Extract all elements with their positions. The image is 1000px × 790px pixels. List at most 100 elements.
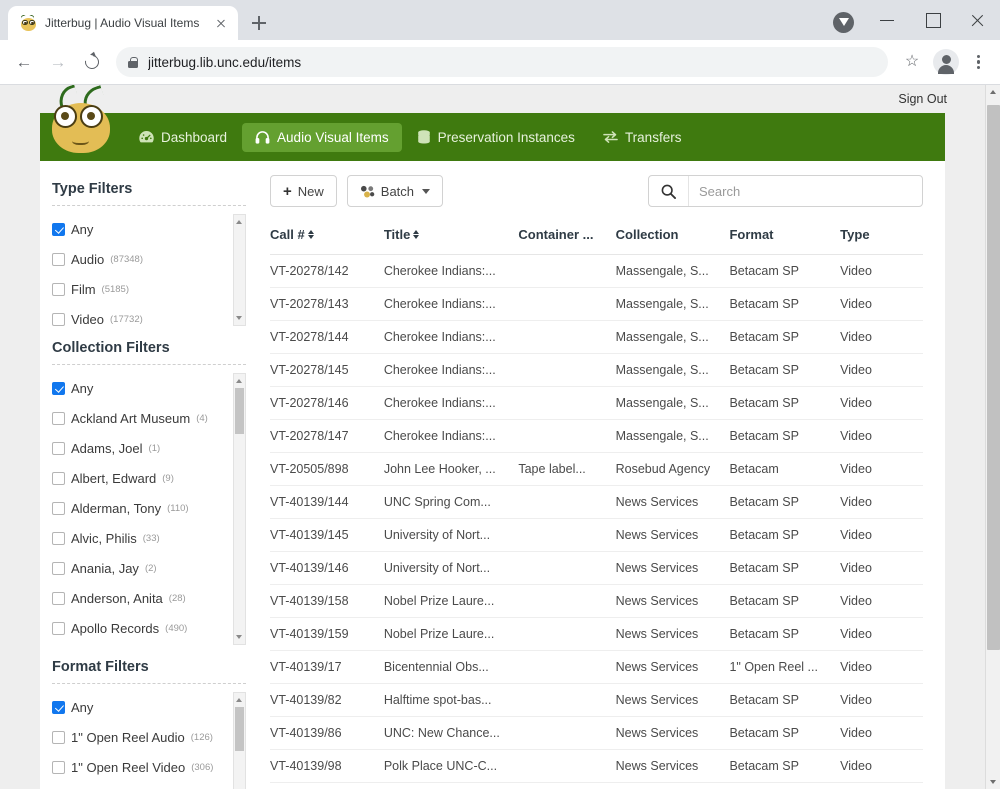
table-row[interactable]: VT-40258/639Stateline, 14 May ... Univers…	[270, 782, 923, 789]
new-tab-icon[interactable]	[245, 9, 273, 37]
table-row[interactable]: VT-20278/142 Cherokee Indians:... Massenga…	[270, 254, 923, 288]
table-row[interactable]: VT-40139/82 Halftime spot-bas... News Serv…	[270, 683, 923, 717]
sort-toggle-icon[interactable]	[307, 229, 314, 240]
headphones-icon	[255, 130, 270, 144]
column-header-container[interactable]: Container ...	[518, 221, 616, 255]
forward-button[interactable]: →	[42, 46, 74, 78]
nav-item-dashboard[interactable]: Dashboard	[126, 123, 240, 152]
filter-option-1in-open-reel-video[interactable]: 1" Open Reel Video (306)	[52, 752, 232, 782]
filter-option-film[interactable]: Film (5185)	[52, 274, 232, 304]
column-header-collection[interactable]: Collection	[615, 221, 730, 255]
scroll-down-icon[interactable]	[234, 788, 245, 789]
nav-item-audio-visual-items[interactable]: Audio Visual Items	[242, 122, 402, 152]
filter-option-video[interactable]: Video (17732)	[52, 304, 232, 326]
column-header-title[interactable]: Title	[383, 221, 519, 255]
checkbox[interactable]	[52, 381, 65, 395]
collection-filters-scrollbar[interactable]	[233, 373, 246, 645]
checkbox[interactable]	[52, 312, 65, 326]
scroll-up-icon[interactable]	[234, 375, 245, 387]
scrollbar-thumb[interactable]	[235, 707, 244, 751]
table-row[interactable]: VT-20278/145 Cherokee Indians:... Massenga…	[270, 353, 923, 387]
table-row[interactable]: VT-20278/147 Cherokee Indians:... Massenga…	[270, 419, 923, 453]
checkbox[interactable]	[52, 441, 65, 455]
checkbox[interactable]	[52, 621, 65, 635]
download-indicator-icon[interactable]	[833, 12, 854, 33]
checkbox[interactable]	[52, 471, 65, 485]
minimize-window-button[interactable]	[865, 0, 910, 40]
filter-option-apollo-records[interactable]: Apollo Records (490)	[52, 613, 232, 643]
scroll-down-icon[interactable]	[234, 631, 245, 643]
table-row[interactable]: VT-20278/143 Cherokee Indians:... Massenga…	[270, 287, 923, 321]
sort-toggle-icon[interactable]	[413, 229, 420, 240]
address-bar[interactable]: jitterbug.lib.unc.edu/items	[116, 47, 888, 77]
page-scrollbar[interactable]	[985, 85, 1000, 789]
bookmark-button[interactable]: ☆	[896, 46, 928, 78]
close-tab-icon[interactable]	[212, 14, 230, 32]
table-row[interactable]: VT-20278/144 Cherokee Indians:... Massenga…	[270, 320, 923, 354]
batch-button[interactable]: Batch	[346, 175, 444, 207]
filter-option-albert-edward[interactable]: Albert, Edward (9)	[52, 463, 232, 493]
checkbox[interactable]	[52, 282, 65, 296]
checkbox[interactable]	[52, 252, 65, 266]
profile-button[interactable]	[930, 46, 962, 78]
table-row[interactable]: VT-20505/898 John Lee Hooker, ... Tape lab…	[270, 452, 923, 486]
browser-menu-icon[interactable]	[964, 48, 992, 76]
search-input[interactable]	[689, 176, 922, 206]
checkbox[interactable]	[52, 561, 65, 575]
filter-option-any[interactable]: Any	[52, 373, 232, 403]
checkbox[interactable]	[52, 222, 65, 236]
checkbox[interactable]	[52, 411, 65, 425]
new-item-button[interactable]: + New	[270, 175, 337, 207]
column-header-call-number[interactable]: Call #	[270, 221, 384, 255]
close-window-button[interactable]	[955, 0, 1000, 40]
scroll-down-icon[interactable]	[234, 312, 245, 324]
search-button[interactable]	[649, 176, 689, 206]
browser-tab[interactable]: Jitterbug | Audio Visual Items	[8, 6, 238, 40]
nav-item-transfers[interactable]: Transfers	[590, 123, 695, 152]
table-row[interactable]: VT-40139/17 Bicentennial Obs... News Servi…	[270, 650, 923, 684]
table-row[interactable]: VT-40139/86 UNC: New Chance... News Servic…	[270, 716, 923, 750]
table-row[interactable]: VT-40139/144 UNC Spring Com... News Servic…	[270, 485, 923, 519]
search-box[interactable]	[648, 175, 923, 207]
filter-option-half-in-open-reel-audio[interactable]: 1/2" Open Reel Audio	[52, 782, 232, 789]
jitterbug-logo[interactable]	[48, 85, 116, 155]
checkbox[interactable]	[52, 501, 65, 515]
scroll-up-icon[interactable]	[234, 216, 245, 228]
maximize-window-button[interactable]	[910, 0, 955, 40]
checkbox[interactable]	[52, 700, 65, 714]
filter-option-alderman-tony[interactable]: Alderman, Tony (110)	[52, 493, 232, 523]
format-filters-scrollbar[interactable]	[233, 692, 246, 789]
filter-option-audio[interactable]: Audio (87348)	[52, 244, 232, 274]
scroll-down-icon[interactable]	[986, 774, 1000, 789]
filter-option-1in-open-reel-audio[interactable]: 1" Open Reel Audio (126)	[52, 722, 232, 752]
table-row[interactable]: VT-40139/158 Nobel Prize Laure... News Ser…	[270, 584, 923, 618]
column-header-format[interactable]: Format	[729, 221, 841, 255]
filter-option-anderson-anita[interactable]: Anderson, Anita (28)	[52, 583, 232, 613]
checkbox[interactable]	[52, 730, 65, 744]
sign-out-link[interactable]: Sign Out	[898, 92, 947, 106]
checkbox[interactable]	[52, 591, 65, 605]
scrollbar-thumb[interactable]	[987, 105, 1000, 650]
filter-option-adams-joel[interactable]: Adams, Joel (1)	[52, 433, 232, 463]
table-row[interactable]: VT-20278/146 Cherokee Indians:... Massenga…	[270, 386, 923, 420]
scrollbar-thumb[interactable]	[235, 388, 244, 434]
checkbox[interactable]	[52, 531, 65, 545]
scroll-up-icon[interactable]	[986, 85, 1000, 100]
filter-option-alvic-philis[interactable]: Alvic, Philis (33)	[52, 523, 232, 553]
table-row[interactable]: VT-40139/145 University of Nort... News Se…	[270, 518, 923, 552]
table-row[interactable]: VT-40139/146 University of Nort... News Se…	[270, 551, 923, 585]
table-row[interactable]: VT-40139/159 Nobel Prize Laure... News Ser…	[270, 617, 923, 651]
back-button[interactable]: ←	[8, 46, 40, 78]
plus-icon: +	[283, 182, 292, 200]
filter-option-any[interactable]: Any	[52, 214, 232, 244]
nav-item-preservation-instances[interactable]: Preservation Instances	[404, 123, 588, 152]
checkbox[interactable]	[52, 760, 65, 774]
scroll-up-icon[interactable]	[234, 694, 245, 706]
filter-option-any[interactable]: Any	[52, 692, 232, 722]
filter-option-anania-jay[interactable]: Anania, Jay (2)	[52, 553, 232, 583]
table-row[interactable]: VT-40139/98 Polk Place UNC-C... News Servi…	[270, 749, 923, 783]
reload-button[interactable]	[76, 46, 108, 78]
type-filters-scrollbar[interactable]	[233, 214, 246, 326]
column-header-type[interactable]: Type	[840, 221, 923, 255]
filter-option-ackland-art-museum[interactable]: Ackland Art Museum (4)	[52, 403, 232, 433]
